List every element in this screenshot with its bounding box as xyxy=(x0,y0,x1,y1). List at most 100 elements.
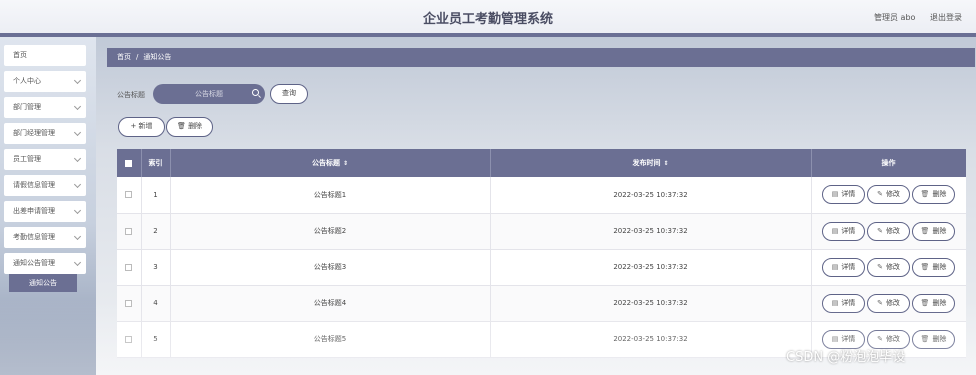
sidebar-item-label: 通知公告管理 xyxy=(13,259,55,267)
row-checkbox[interactable] xyxy=(125,263,133,271)
header-divider xyxy=(0,33,976,37)
table-header-row: 索引 公告标题 ⇕ 发布时间 ⇕ 操作 xyxy=(117,149,966,177)
detail-button-label: 详情 xyxy=(841,262,856,271)
edit-button-label: 修改 xyxy=(885,334,900,343)
trash-icon: 🗑 xyxy=(920,226,930,235)
sidebar-item-department[interactable]: 部门管理 xyxy=(4,97,86,118)
delete-button-label: 删除 xyxy=(932,190,947,199)
cell-index: 5 xyxy=(141,321,171,358)
chevron-down-icon xyxy=(73,258,82,267)
delete-selected-button[interactable]: 🗑 删除 xyxy=(166,117,213,137)
sidebar-item-label: 部门管理 xyxy=(13,103,41,111)
delete-button[interactable]: 🗑 删除 xyxy=(912,185,955,205)
table-row: 2 公告标题2 2022-03-25 10:37:32 ▤ 详情 ✎ 修改 🗑 删除 xyxy=(117,213,966,250)
row-select-cell xyxy=(117,321,142,358)
notice-table: 索引 公告标题 ⇕ 发布时间 ⇕ 操作 1 公告标题1 2022-03-25 10:… xyxy=(117,149,966,358)
table-row: 1 公告标题1 2022-03-25 10:37:32 ▤ 详情 ✎ 修改 🗑 删除 xyxy=(117,177,966,214)
trash-icon: 🗑 xyxy=(920,262,930,271)
breadcrumb-separator: / xyxy=(136,53,139,61)
sidebar-item-label: 部门经理管理 xyxy=(13,129,55,137)
add-button[interactable]: + 新增 xyxy=(118,117,165,137)
cell-title: 公告标题4 xyxy=(170,285,491,322)
pencil-icon: ✎ xyxy=(877,334,883,343)
column-header-title[interactable]: 公告标题 ⇕ xyxy=(170,149,491,177)
document-icon: ▤ xyxy=(831,334,839,343)
edit-button[interactable]: ✎ 修改 xyxy=(867,257,910,277)
add-button-label: + 新增 xyxy=(130,122,153,130)
logout-link[interactable]: 退出登录 xyxy=(930,12,962,23)
detail-button-label: 详情 xyxy=(841,334,856,343)
cell-actions: ▤ 详情 ✎ 修改 🗑 删除 xyxy=(811,285,966,322)
table-row: 4 公告标题4 2022-03-25 10:37:32 ▤ 详情 ✎ 修改 🗑 删除 xyxy=(117,285,966,322)
sort-icon[interactable]: ⇕ xyxy=(343,160,348,167)
delete-button-label: 删除 xyxy=(932,298,947,307)
edit-button[interactable]: ✎ 修改 xyxy=(867,293,910,313)
sidebar-item-dept-manager[interactable]: 部门经理管理 xyxy=(4,123,86,144)
column-header-title-label: 公告标题 xyxy=(311,159,340,167)
delete-button-label: 删除 xyxy=(932,334,947,343)
pencil-icon: ✎ xyxy=(877,262,883,271)
delete-button[interactable]: 🗑 删除 xyxy=(912,221,955,241)
sidebar-item-label: 首页 xyxy=(13,51,27,59)
edit-button-label: 修改 xyxy=(885,226,900,235)
row-select-cell xyxy=(117,249,142,286)
sidebar-item-home[interactable]: 首页 xyxy=(4,45,86,66)
delete-button[interactable]: 🗑 删除 xyxy=(912,257,955,277)
row-select-cell xyxy=(117,213,142,250)
chevron-down-icon xyxy=(73,102,82,111)
cell-index: 1 xyxy=(141,177,171,214)
edit-button[interactable]: ✎ 修改 xyxy=(867,221,910,241)
chevron-down-icon xyxy=(73,128,82,137)
column-header-time[interactable]: 发布时间 ⇕ xyxy=(490,149,812,177)
app-title: 企业员工考勤管理系统 xyxy=(422,12,553,27)
watermark: CSDN @粉泡泡毕设 xyxy=(786,350,906,365)
cell-time: 2022-03-25 10:37:32 xyxy=(490,177,812,214)
sidebar-item-notice-management[interactable]: 通知公告管理 xyxy=(4,253,86,274)
search-icon xyxy=(252,89,259,96)
delete-button[interactable]: 🗑 删除 xyxy=(912,329,955,349)
query-button[interactable]: 查询 xyxy=(270,84,308,104)
delete-button-label: 删除 xyxy=(932,262,947,271)
trash-icon: 🗑 xyxy=(920,334,930,343)
detail-button[interactable]: ▤ 详情 xyxy=(822,257,865,277)
delete-button-label: 删除 xyxy=(188,122,203,130)
cell-time: 2022-03-25 10:37:32 xyxy=(490,249,812,286)
column-header-actions: 操作 xyxy=(811,149,966,177)
edit-button-label: 修改 xyxy=(885,298,900,307)
detail-button[interactable]: ▤ 详情 xyxy=(822,293,865,313)
edit-button[interactable]: ✎ 修改 xyxy=(867,185,910,205)
search-input[interactable] xyxy=(153,84,265,104)
sidebar-item-label: 个人中心 xyxy=(13,77,41,85)
breadcrumb-home[interactable]: 首页 xyxy=(117,53,131,61)
sidebar: 首页 个人中心 部门管理 部门经理管理 员工管理 请假信息管理 出差申请管理 考… xyxy=(0,37,96,375)
breadcrumb: 首页 / 通知公告 xyxy=(107,48,975,67)
sidebar-item-attendance[interactable]: 考勤信息管理 xyxy=(4,227,86,248)
sort-icon[interactable]: ⇕ xyxy=(663,160,668,167)
row-checkbox[interactable] xyxy=(125,227,133,235)
sidebar-item-leave[interactable]: 请假信息管理 xyxy=(4,175,86,196)
row-checkbox[interactable] xyxy=(125,191,133,199)
delete-button-label: 删除 xyxy=(932,226,947,235)
sidebar-item-business-trip[interactable]: 出差申请管理 xyxy=(4,201,86,222)
sidebar-item-personal-center[interactable]: 个人中心 xyxy=(4,71,86,92)
row-checkbox[interactable] xyxy=(125,335,133,343)
cell-time: 2022-03-25 10:37:32 xyxy=(490,285,812,322)
cell-actions: ▤ 详情 ✎ 修改 🗑 删除 xyxy=(811,213,966,250)
cell-title: 公告标题2 xyxy=(170,213,491,250)
top-bar: 企业员工考勤管理系统 管理员 abo 退出登录 xyxy=(0,0,976,33)
delete-button[interactable]: 🗑 删除 xyxy=(912,293,955,313)
chevron-down-icon xyxy=(73,180,82,189)
notice-table-container: 索引 公告标题 ⇕ 发布时间 ⇕ 操作 1 公告标题1 2022-03-25 10:… xyxy=(117,149,966,375)
document-icon: ▤ xyxy=(831,262,839,271)
table-row: 3 公告标题3 2022-03-25 10:37:32 ▤ 详情 ✎ 修改 🗑 删除 xyxy=(117,249,966,286)
detail-button[interactable]: ▤ 详情 xyxy=(822,221,865,241)
detail-button[interactable]: ▤ 详情 xyxy=(822,185,865,205)
sidebar-item-employee[interactable]: 员工管理 xyxy=(4,149,86,170)
detail-button-label: 详情 xyxy=(841,190,856,199)
sidebar-item-label: 请假信息管理 xyxy=(13,181,55,189)
row-select-cell xyxy=(117,177,142,214)
row-checkbox[interactable] xyxy=(125,299,133,307)
select-all-checkbox[interactable] xyxy=(125,159,133,167)
sidebar-subitem-notice[interactable]: 通知公告 xyxy=(9,274,77,292)
cell-index: 2 xyxy=(141,213,171,250)
